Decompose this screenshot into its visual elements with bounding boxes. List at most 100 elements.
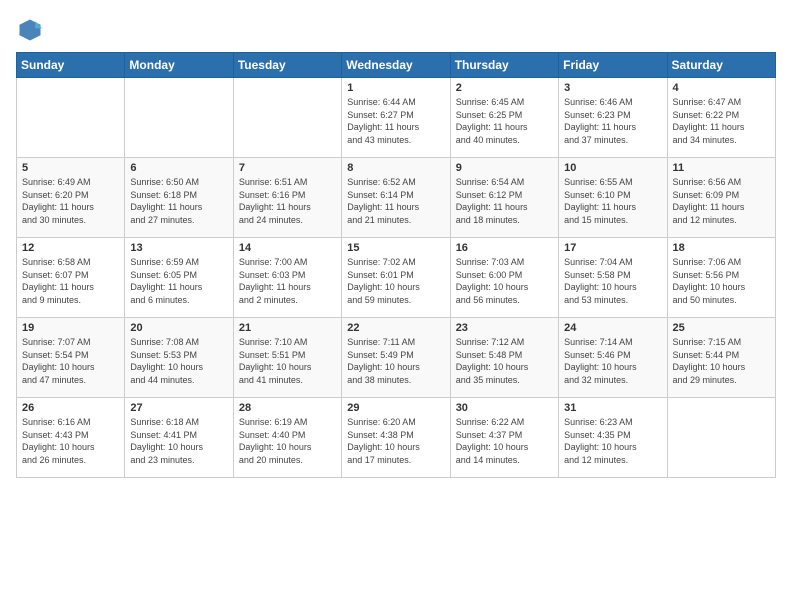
calendar-table: Sunday Monday Tuesday Wednesday Thursday… — [16, 52, 776, 478]
day-number: 1 — [347, 82, 444, 94]
day-number: 17 — [564, 242, 661, 254]
logo-icon — [16, 16, 44, 44]
col-thursday: Thursday — [450, 53, 558, 78]
calendar-cell: 18 Sunrise: 7:06 AM Sunset: 5:56 PM Dayli… — [667, 238, 775, 318]
day-number: 25 — [673, 322, 770, 334]
calendar-cell: 9 Sunrise: 6:54 AM Sunset: 6:12 PM Daylig… — [450, 158, 558, 238]
day-info: Sunrise: 6:19 AM Sunset: 4:40 PM Dayligh… — [239, 416, 336, 466]
day-number: 11 — [673, 162, 770, 174]
calendar-cell: 22 Sunrise: 7:11 AM Sunset: 5:49 PM Dayli… — [342, 318, 450, 398]
day-number: 27 — [130, 402, 227, 414]
day-number: 7 — [239, 162, 336, 174]
week-row-3: 12 Sunrise: 6:58 AM Sunset: 6:07 PM Dayli… — [17, 238, 776, 318]
day-info: Sunrise: 6:51 AM Sunset: 6:16 PM Dayligh… — [239, 176, 336, 226]
day-info: Sunrise: 6:47 AM Sunset: 6:22 PM Dayligh… — [673, 96, 770, 146]
day-info: Sunrise: 6:46 AM Sunset: 6:23 PM Dayligh… — [564, 96, 661, 146]
calendar-cell: 23 Sunrise: 7:12 AM Sunset: 5:48 PM Dayli… — [450, 318, 558, 398]
day-info: Sunrise: 6:52 AM Sunset: 6:14 PM Dayligh… — [347, 176, 444, 226]
calendar-cell: 20 Sunrise: 7:08 AM Sunset: 5:53 PM Dayli… — [125, 318, 233, 398]
calendar-cell: 31 Sunrise: 6:23 AM Sunset: 4:35 PM Dayli… — [559, 398, 667, 478]
day-info: Sunrise: 6:23 AM Sunset: 4:35 PM Dayligh… — [564, 416, 661, 466]
day-info: Sunrise: 7:03 AM Sunset: 6:00 PM Dayligh… — [456, 256, 553, 306]
header — [16, 16, 776, 44]
calendar-cell: 1 Sunrise: 6:44 AM Sunset: 6:27 PM Daylig… — [342, 78, 450, 158]
day-number: 28 — [239, 402, 336, 414]
day-number: 15 — [347, 242, 444, 254]
col-tuesday: Tuesday — [233, 53, 341, 78]
calendar-cell: 30Sunrise: 6:22 AM Sunset: 4:37 PM Dayli… — [450, 398, 558, 478]
day-info: Sunrise: 7:06 AM Sunset: 5:56 PM Dayligh… — [673, 256, 770, 306]
day-info: Sunrise: 6:45 AM Sunset: 6:25 PM Dayligh… — [456, 96, 553, 146]
day-number: 2 — [456, 82, 553, 94]
day-number: 29 — [347, 402, 444, 414]
calendar-cell: 12 Sunrise: 6:58 AM Sunset: 6:07 PM Dayli… — [17, 238, 125, 318]
day-info: Sunrise: 7:15 AM Sunset: 5:44 PM Dayligh… — [673, 336, 770, 386]
day-number: 31 — [564, 402, 661, 414]
calendar-cell: 14 Sunrise: 7:00 AM Sunset: 6:03 PM Dayli… — [233, 238, 341, 318]
day-info: Sunrise: 6:49 AM Sunset: 6:20 PM Dayligh… — [22, 176, 119, 226]
day-info: Sunrise: 6:44 AM Sunset: 6:27 PM Dayligh… — [347, 96, 444, 146]
calendar-cell: 11Sunrise: 6:56 AM Sunset: 6:09 PM Dayli… — [667, 158, 775, 238]
calendar-cell: 25 Sunrise: 7:15 AM Sunset: 5:44 PM Dayli… — [667, 318, 775, 398]
day-number: 12 — [22, 242, 119, 254]
calendar-cell — [125, 78, 233, 158]
calendar-cell: 29 Sunrise: 6:20 AM Sunset: 4:38 PM Dayli… — [342, 398, 450, 478]
day-info: Sunrise: 7:02 AM Sunset: 6:01 PM Dayligh… — [347, 256, 444, 306]
col-monday: Monday — [125, 53, 233, 78]
day-number: 13 — [130, 242, 227, 254]
col-sunday: Sunday — [17, 53, 125, 78]
day-number: 16 — [456, 242, 553, 254]
day-info: Sunrise: 7:11 AM Sunset: 5:49 PM Dayligh… — [347, 336, 444, 386]
day-number: 22 — [347, 322, 444, 334]
day-number: 9 — [456, 162, 553, 174]
day-number: 5 — [22, 162, 119, 174]
calendar-cell: 7 Sunrise: 6:51 AM Sunset: 6:16 PM Daylig… — [233, 158, 341, 238]
day-number: 6 — [130, 162, 227, 174]
day-number: 14 — [239, 242, 336, 254]
calendar-cell — [233, 78, 341, 158]
calendar-cell: 24 Sunrise: 7:14 AM Sunset: 5:46 PM Dayli… — [559, 318, 667, 398]
day-info: Sunrise: 7:00 AM Sunset: 6:03 PM Dayligh… — [239, 256, 336, 306]
day-info: Sunrise: 7:14 AM Sunset: 5:46 PM Dayligh… — [564, 336, 661, 386]
calendar-cell: 26Sunrise: 6:16 AM Sunset: 4:43 PM Dayli… — [17, 398, 125, 478]
day-number: 23 — [456, 322, 553, 334]
calendar-cell: 19 Sunrise: 7:07 AM Sunset: 5:54 PM Dayli… — [17, 318, 125, 398]
calendar-cell: 5 Sunrise: 6:49 AM Sunset: 6:20 PM Daylig… — [17, 158, 125, 238]
day-info: Sunrise: 6:55 AM Sunset: 6:10 PM Dayligh… — [564, 176, 661, 226]
day-info: Sunrise: 7:10 AM Sunset: 5:51 PM Dayligh… — [239, 336, 336, 386]
calendar-cell: 2 Sunrise: 6:45 AM Sunset: 6:25 PM Daylig… — [450, 78, 558, 158]
day-number: 8 — [347, 162, 444, 174]
calendar-cell: 21 Sunrise: 7:10 AM Sunset: 5:51 PM Dayli… — [233, 318, 341, 398]
day-info: Sunrise: 6:50 AM Sunset: 6:18 PM Dayligh… — [130, 176, 227, 226]
week-row-5: 26Sunrise: 6:16 AM Sunset: 4:43 PM Dayli… — [17, 398, 776, 478]
week-row-4: 19 Sunrise: 7:07 AM Sunset: 5:54 PM Dayli… — [17, 318, 776, 398]
week-row-2: 5 Sunrise: 6:49 AM Sunset: 6:20 PM Daylig… — [17, 158, 776, 238]
day-number: 24 — [564, 322, 661, 334]
day-number: 18 — [673, 242, 770, 254]
col-wednesday: Wednesday — [342, 53, 450, 78]
day-number: 20 — [130, 322, 227, 334]
calendar-cell: 27 Sunrise: 6:18 AM Sunset: 4:41 PM Dayli… — [125, 398, 233, 478]
day-info: Sunrise: 7:12 AM Sunset: 5:48 PM Dayligh… — [456, 336, 553, 386]
day-number: 21 — [239, 322, 336, 334]
day-info: Sunrise: 6:59 AM Sunset: 6:05 PM Dayligh… — [130, 256, 227, 306]
calendar-cell: 13 Sunrise: 6:59 AM Sunset: 6:05 PM Dayli… — [125, 238, 233, 318]
calendar-cell: 10Sunrise: 6:55 AM Sunset: 6:10 PM Dayli… — [559, 158, 667, 238]
day-info: Sunrise: 6:54 AM Sunset: 6:12 PM Dayligh… — [456, 176, 553, 226]
calendar-cell — [17, 78, 125, 158]
day-number: 3 — [564, 82, 661, 94]
day-number: 19 — [22, 322, 119, 334]
day-info: Sunrise: 6:20 AM Sunset: 4:38 PM Dayligh… — [347, 416, 444, 466]
day-info: Sunrise: 6:58 AM Sunset: 6:07 PM Dayligh… — [22, 256, 119, 306]
calendar-cell: 15 Sunrise: 7:02 AM Sunset: 6:01 PM Dayli… — [342, 238, 450, 318]
day-number: 26 — [22, 402, 119, 414]
day-info: Sunrise: 7:08 AM Sunset: 5:53 PM Dayligh… — [130, 336, 227, 386]
day-info: Sunrise: 7:07 AM Sunset: 5:54 PM Dayligh… — [22, 336, 119, 386]
calendar-cell — [667, 398, 775, 478]
col-saturday: Saturday — [667, 53, 775, 78]
day-number: 4 — [673, 82, 770, 94]
calendar-cell: 8 Sunrise: 6:52 AM Sunset: 6:14 PM Daylig… — [342, 158, 450, 238]
day-info: Sunrise: 6:18 AM Sunset: 4:41 PM Dayligh… — [130, 416, 227, 466]
calendar-cell: 4 Sunrise: 6:47 AM Sunset: 6:22 PM Daylig… — [667, 78, 775, 158]
calendar-header-row: Sunday Monday Tuesday Wednesday Thursday… — [17, 53, 776, 78]
